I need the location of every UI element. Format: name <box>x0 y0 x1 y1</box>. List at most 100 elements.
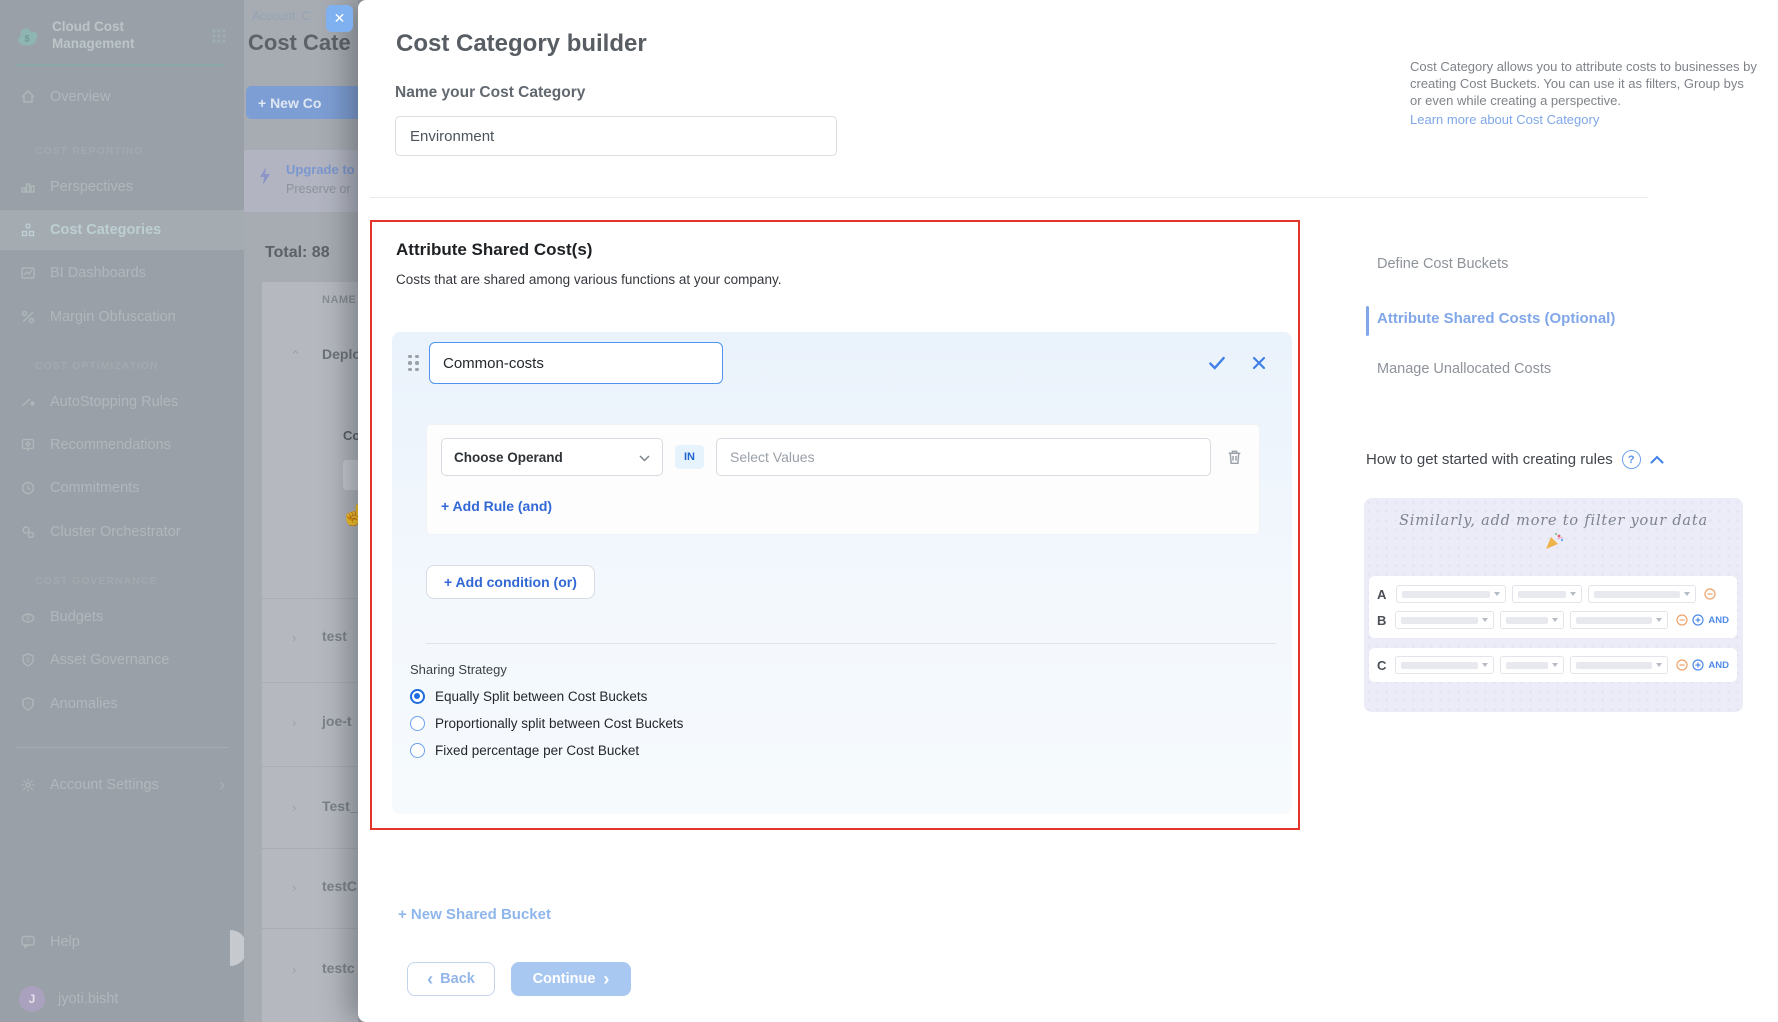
sidebar-item-budgets[interactable]: $ Budgets <box>0 597 244 637</box>
highlight-outline: Attribute Shared Cost(s) Costs that are … <box>370 220 1300 830</box>
clock-icon <box>19 479 37 497</box>
expand-row-icon[interactable]: › <box>292 880 296 895</box>
sidebar-item-overview[interactable]: Overview <box>0 77 244 117</box>
table-card <box>262 282 358 1022</box>
trash-icon[interactable] <box>1223 446 1245 468</box>
table-row[interactable]: Test_ <box>322 798 358 814</box>
delete-bucket-button[interactable] <box>1248 352 1270 374</box>
placeholder-select <box>1512 585 1582 603</box>
placeholder-select <box>1395 611 1495 629</box>
collapse-row-icon[interactable]: ⌃ <box>290 348 301 364</box>
help-bubble-icon: ? <box>19 933 37 951</box>
step-define-cost-buckets[interactable]: Define Cost Buckets <box>1377 256 1508 272</box>
gear-icon <box>19 776 37 794</box>
sidebar-item-recommendations[interactable]: Recommendations <box>0 425 244 465</box>
step-attribute-shared-costs[interactable]: Attribute Shared Costs (Optional) <box>1377 310 1615 327</box>
drawer-title: Cost Category builder <box>396 30 647 58</box>
table-row[interactable]: Deplo <box>322 346 358 362</box>
operator-badge[interactable]: IN <box>675 445 704 469</box>
sidebar-item-commitments[interactable]: Commitments <box>0 468 244 508</box>
sharing-divider <box>426 643 1276 644</box>
sidebar-item-autostopping-rules[interactable]: AutoStopping Rules <box>0 382 244 422</box>
section-divider <box>370 197 1648 198</box>
sidebar-item-asset-governance[interactable]: $ Asset Governance <box>0 640 244 680</box>
sidebar-divider <box>16 747 228 748</box>
rule-card: Choose Operand IN + Add Rule (and) <box>426 424 1260 535</box>
caret-icon <box>1552 618 1558 622</box>
sidebar-item-label: Help <box>50 934 80 950</box>
rules-illustration-panel: Similarly, add more to filter your data … <box>1364 498 1743 712</box>
background-page: Account: C Cost Cate + New Co Upgrade to… <box>244 0 358 1022</box>
remove-circle-icon <box>1676 614 1688 626</box>
placeholder-select <box>1500 656 1564 674</box>
strategy-option-proportional[interactable]: Proportionally split between Cost Bucket… <box>410 716 1276 731</box>
placeholder-select <box>1396 585 1506 603</box>
sidebar-user[interactable]: J jyoti.bisht <box>0 979 244 1019</box>
question-icon[interactable]: ? <box>1622 450 1641 469</box>
row-divider <box>262 848 358 849</box>
mini-input[interactable] <box>343 460 358 490</box>
svg-text:?: ? <box>26 938 30 945</box>
shield-dollar-icon: $ <box>19 651 37 669</box>
sharing-strategy-label: Sharing Strategy <box>410 662 1276 677</box>
learn-more-link[interactable]: Learn more about Cost Category <box>1410 111 1758 128</box>
operand-select[interactable]: Choose Operand <box>441 438 663 476</box>
sidebar-item-bi-dashboards[interactable]: BI Dashboards <box>0 253 244 293</box>
strategy-option-fixed[interactable]: Fixed percentage per Cost Bucket <box>410 743 1276 758</box>
close-icon: ✕ <box>334 10 346 27</box>
sidebar-item-label: Commitments <box>50 480 139 496</box>
sidebar-item-label: Account Settings <box>50 777 159 793</box>
chevron-left-icon: ‹ <box>427 970 433 988</box>
sidebar-item-margin-obfuscation[interactable]: Margin Obfuscation <box>0 297 244 337</box>
row-divider <box>262 928 358 929</box>
rules-help-header[interactable]: How to get started with creating rules ? <box>1366 450 1664 469</box>
sidebar-item-anomalies[interactable]: ! Anomalies <box>0 684 244 724</box>
new-cost-category-button[interactable]: + New Co <box>246 86 358 119</box>
expand-row-icon[interactable]: › <box>292 800 296 815</box>
chevron-up-icon[interactable] <box>1650 451 1664 469</box>
strategy-option-equal[interactable]: Equally Split between Cost Buckets <box>410 689 1276 704</box>
bucket-name-input[interactable] <box>429 342 723 384</box>
illustration-card: A B AND <box>1369 576 1737 638</box>
expand-row-icon[interactable]: › <box>292 962 296 977</box>
shared-costs-heading: Attribute Shared Cost(s) <box>396 240 592 260</box>
info-text: Cost Category allows you to attribute co… <box>1410 58 1758 109</box>
continue-button[interactable]: Continue › <box>511 962 631 996</box>
sidebar-item-label: Cost Categories <box>50 222 161 238</box>
sidebar-item-cluster-orchestrator[interactable]: Cluster Orchestrator <box>0 512 244 552</box>
step-manage-unallocated-costs[interactable]: Manage Unallocated Costs <box>1377 361 1551 377</box>
cost-category-name-input[interactable] <box>395 116 837 156</box>
caret-icon <box>1684 592 1690 596</box>
table-row[interactable]: testC <box>322 878 357 894</box>
drag-handle-icon[interactable] <box>408 355 419 372</box>
expand-row-icon[interactable]: › <box>292 630 296 645</box>
sidebar-item-account-settings[interactable]: Account Settings › <box>0 765 244 805</box>
add-rule-link[interactable]: + Add Rule (and) <box>441 498 552 514</box>
table-row[interactable]: test <box>322 628 347 644</box>
add-condition-button[interactable]: + Add condition (or) <box>426 565 595 599</box>
radio-icon[interactable] <box>410 716 425 731</box>
sidebar-item-cost-categories[interactable]: Cost Categories <box>0 210 244 250</box>
sidebar-item-label: BI Dashboards <box>50 265 146 281</box>
values-select-input[interactable] <box>716 438 1211 476</box>
section-cost-optimization: COST OPTIMIZATION <box>35 360 159 372</box>
confirm-bucket-button[interactable] <box>1206 352 1228 374</box>
table-row[interactable]: joe-t <box>322 713 352 729</box>
add-circle-icon <box>1692 614 1704 626</box>
table-row[interactable]: testc <box>322 960 355 976</box>
new-shared-bucket-link[interactable]: + New Shared Bucket <box>398 906 551 923</box>
hand-pointer-icon: ☝ <box>341 503 358 528</box>
radio-icon[interactable] <box>410 743 425 758</box>
rules-help-title: How to get started with creating rules <box>1366 451 1613 468</box>
expand-row-icon[interactable]: › <box>292 715 296 730</box>
back-button[interactable]: ‹ Back <box>407 962 495 996</box>
placeholder-select <box>1570 611 1668 629</box>
module-grid-icon[interactable] <box>210 27 228 45</box>
bar-chart-icon <box>19 178 37 196</box>
sidebar-item-help[interactable]: ? Help <box>0 922 244 962</box>
shared-costs-subtitle: Costs that are shared among various func… <box>396 272 781 287</box>
radio-selected-icon[interactable] <box>410 689 425 704</box>
upgrade-title: Upgrade to <box>286 162 355 177</box>
sidebar-item-perspectives[interactable]: Perspectives <box>0 167 244 207</box>
close-drawer-button[interactable]: ✕ <box>326 5 353 32</box>
